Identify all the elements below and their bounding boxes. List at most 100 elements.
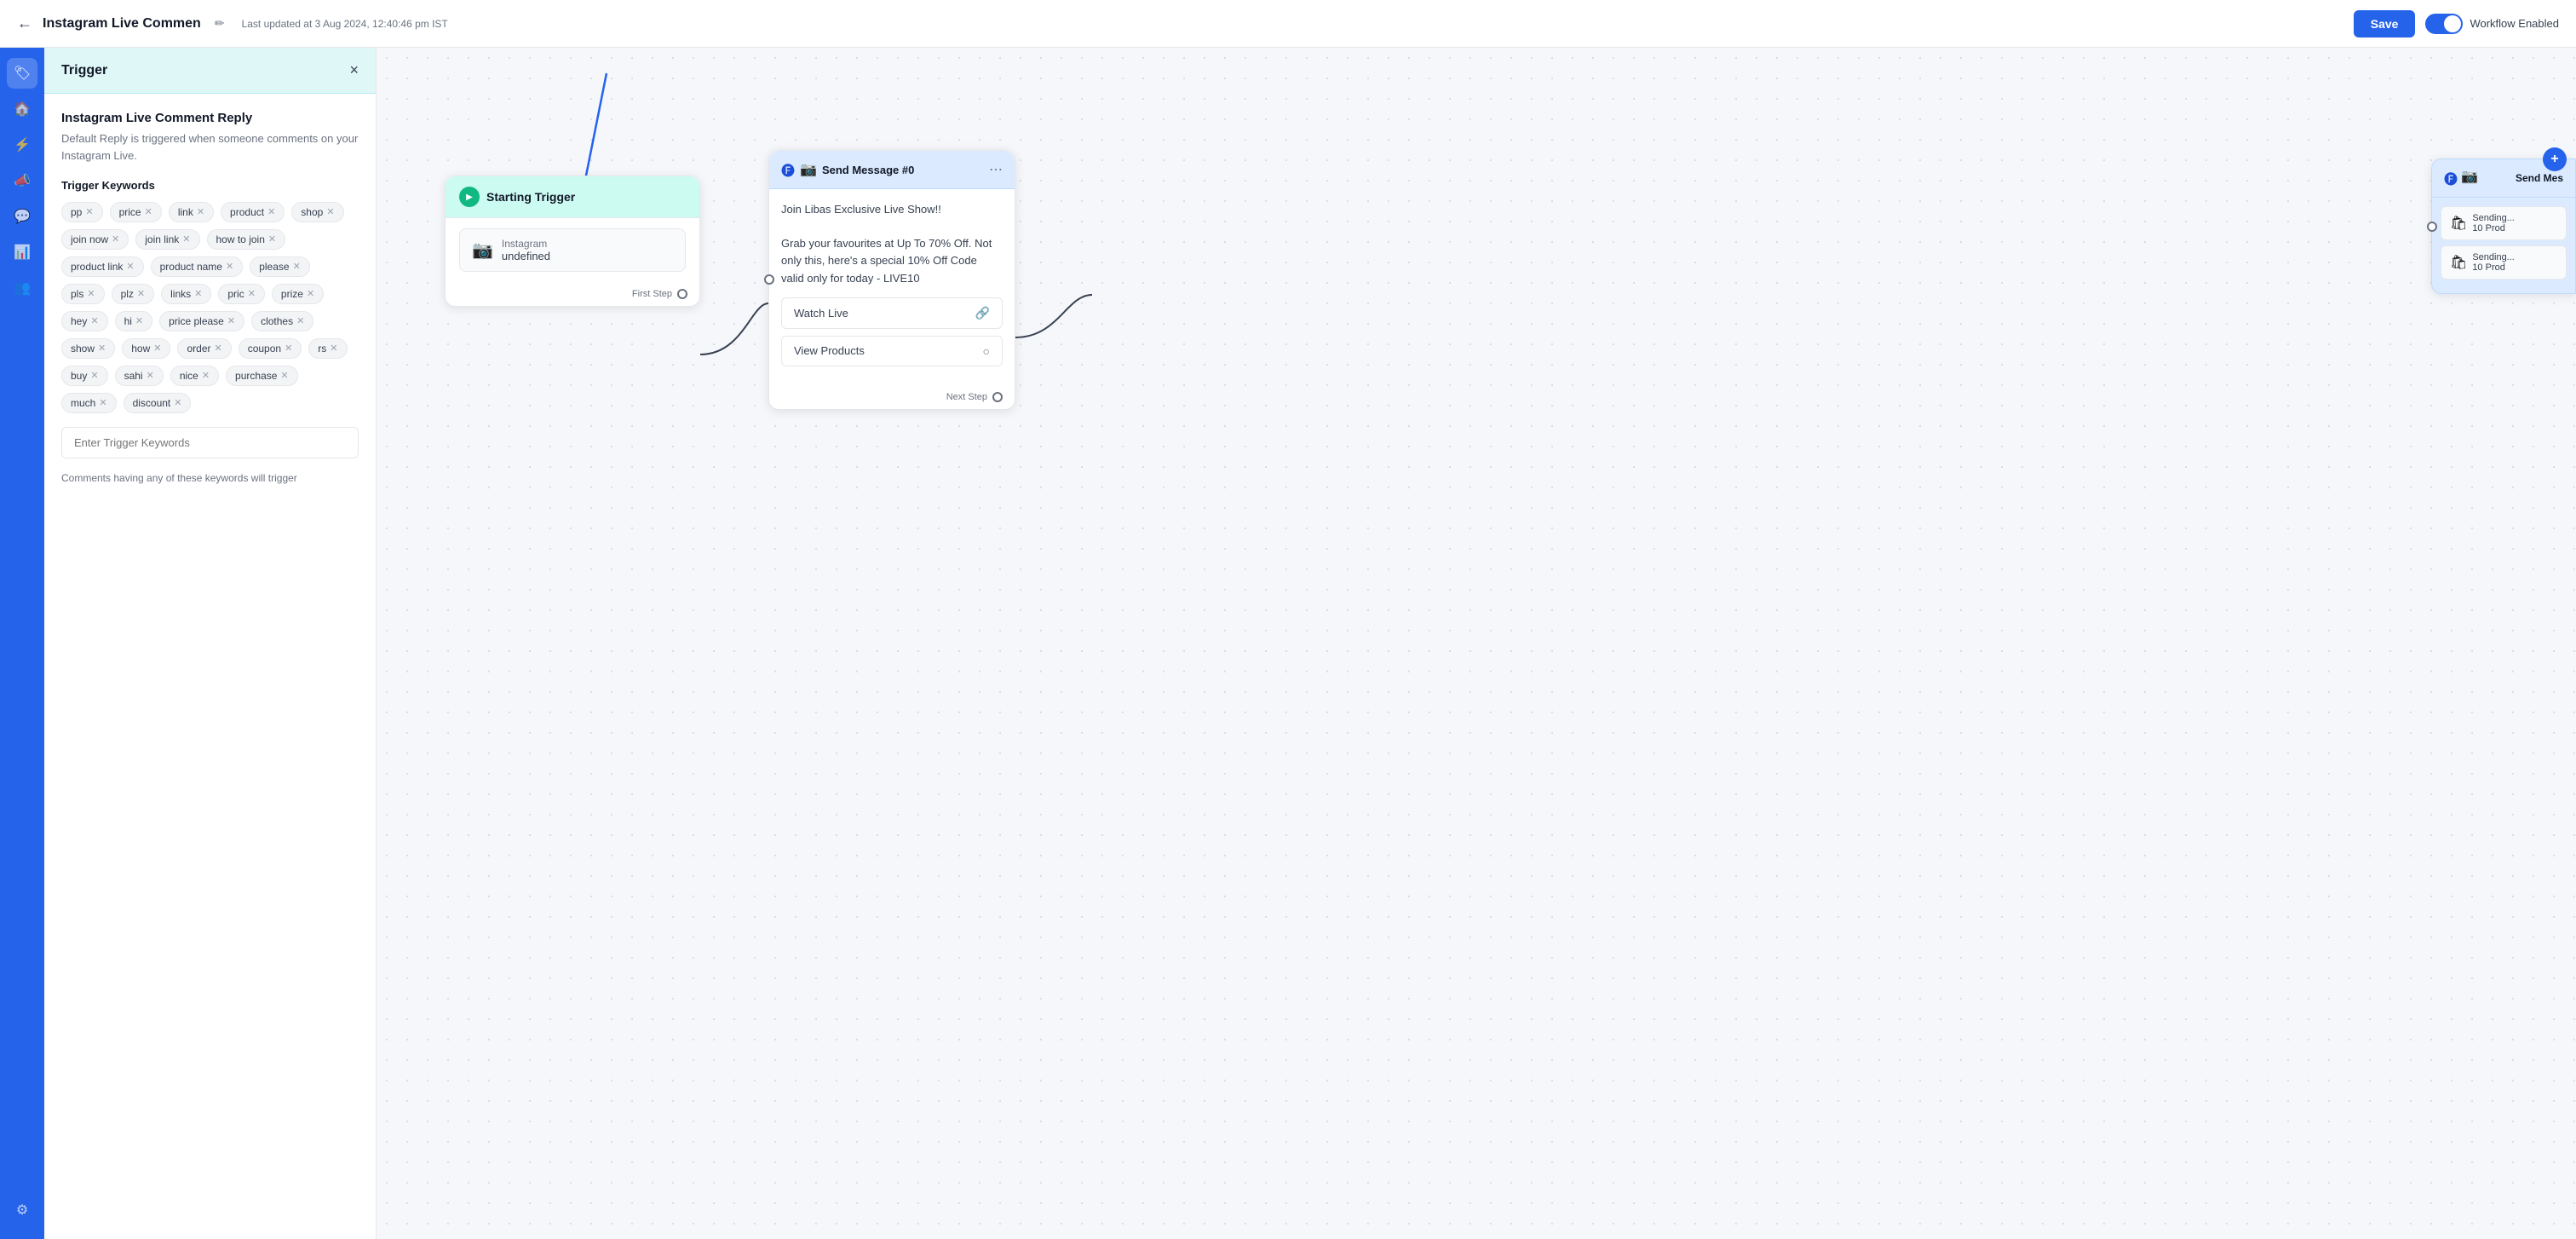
- arrows-overlay: [377, 48, 2576, 1239]
- sidebar-item-chat[interactable]: 💬: [7, 201, 37, 232]
- instagram-platform-label: Instagram: [502, 238, 550, 250]
- keyword-tag: price✕: [110, 202, 162, 222]
- keyword-label: how to join: [216, 233, 265, 245]
- starting-trigger-body: 📷 Instagram undefined: [446, 218, 699, 282]
- sidebar-item-home[interactable]: 🏠: [7, 94, 37, 124]
- keyword-remove-button[interactable]: ✕: [87, 290, 95, 299]
- trigger-panel-header: Trigger ×: [44, 48, 376, 94]
- partial-ig-icon: 📷: [2461, 168, 2478, 188]
- keyword-remove-button[interactable]: ✕: [147, 372, 154, 381]
- keyword-remove-button[interactable]: ✕: [202, 372, 210, 381]
- link-icon: 🔗: [975, 306, 990, 320]
- keyword-remove-button[interactable]: ✕: [194, 290, 202, 299]
- keyword-remove-button[interactable]: ✕: [90, 372, 98, 381]
- keyword-remove-button[interactable]: ✕: [99, 399, 106, 408]
- keyword-label: prize: [281, 288, 303, 300]
- keyword-tag: join link✕: [135, 229, 199, 250]
- starting-trigger-node: ▶ Starting Trigger 📷 Instagram undefined…: [445, 176, 700, 307]
- trigger-name: Instagram Live Comment Reply: [61, 111, 359, 125]
- last-updated-timestamp: Last updated at 3 Aug 2024, 12:40:46 pm …: [242, 18, 2343, 30]
- keyword-remove-button[interactable]: ✕: [174, 399, 181, 408]
- send-message-0-menu-button[interactable]: ⋯: [989, 161, 1003, 178]
- send-message-0-header: 🅕 📷 Send Message #0 ⋯: [769, 151, 1015, 189]
- keyword-tag: buy✕: [61, 366, 108, 386]
- partial-prod-count-2: 10 Prod: [2472, 262, 2515, 273]
- watch-live-button[interactable]: Watch Live 🔗: [781, 297, 1003, 329]
- keyword-remove-button[interactable]: ✕: [296, 317, 304, 326]
- keyword-tag: how✕: [122, 338, 170, 359]
- trigger-close-button[interactable]: ×: [349, 61, 359, 79]
- edit-icon[interactable]: ✏: [215, 16, 225, 31]
- keyword-remove-button[interactable]: ✕: [85, 208, 93, 217]
- keyword-remove-button[interactable]: ✕: [135, 317, 143, 326]
- keyword-input[interactable]: [61, 427, 359, 458]
- keyword-remove-button[interactable]: ✕: [145, 208, 152, 217]
- sidebar-item-lightning[interactable]: ⚡: [7, 130, 37, 160]
- keyword-tag: pls✕: [61, 284, 105, 304]
- keyword-remove-button[interactable]: ✕: [197, 208, 204, 217]
- partial-platform-icons: 🅕 📷: [2444, 168, 2478, 188]
- keyword-remove-button[interactable]: ✕: [153, 344, 161, 354]
- keyword-tag: link ✕: [169, 202, 214, 222]
- send-message-0-body: Join Libas Exclusive Live Show!! Grab yo…: [769, 189, 1015, 385]
- keyword-tag: product✕: [221, 202, 285, 222]
- workflow-toggle[interactable]: [2425, 14, 2463, 34]
- keyword-remove-button[interactable]: ✕: [137, 290, 145, 299]
- keyword-tag: much ✕: [61, 393, 117, 413]
- keyword-remove-button[interactable]: ✕: [326, 208, 334, 217]
- keyword-label: hi: [124, 315, 132, 327]
- keyword-remove-button[interactable]: ✕: [227, 317, 235, 326]
- keyword-tag: pric✕: [218, 284, 265, 304]
- first-step-connector: First Step: [446, 282, 699, 306]
- back-arrow-icon: ←: [17, 14, 32, 32]
- keyword-label: price please: [169, 315, 224, 327]
- keyword-remove-button[interactable]: ✕: [280, 372, 288, 381]
- back-button[interactable]: ←: [17, 14, 32, 32]
- add-node-button[interactable]: +: [2543, 147, 2567, 171]
- keyword-remove-button[interactable]: ✕: [214, 344, 221, 354]
- sidebar-item-logo[interactable]: 🏷: [7, 58, 37, 89]
- sidebar-item-megaphone[interactable]: 📣: [7, 165, 37, 196]
- keyword-remove-button[interactable]: ✕: [226, 262, 233, 272]
- keyword-remove-button[interactable]: ✕: [182, 235, 190, 245]
- save-button[interactable]: Save: [2354, 10, 2416, 37]
- keyword-tag: purchase✕: [226, 366, 298, 386]
- keyword-remove-button[interactable]: ✕: [248, 290, 256, 299]
- keyword-remove-button[interactable]: ✕: [90, 317, 98, 326]
- keyword-label: rs: [318, 343, 326, 354]
- keyword-remove-button[interactable]: ✕: [330, 344, 337, 354]
- first-step-dot: [677, 289, 687, 299]
- facebook-icon: 🅕: [781, 159, 795, 180]
- send-message-0-title: Send Message #0: [822, 164, 914, 176]
- partial-sending-text-1: Sending...: [2472, 213, 2515, 223]
- keyword-remove-button[interactable]: ✕: [126, 262, 134, 272]
- toggle-knob: [2444, 15, 2461, 32]
- keyword-label: hey: [71, 315, 87, 327]
- first-step-label: First Step: [632, 289, 672, 299]
- keyword-remove-button[interactable]: ✕: [293, 262, 301, 272]
- keyword-tag: rs ✕: [308, 338, 347, 359]
- sidebar-item-chart[interactable]: 📊: [7, 237, 37, 268]
- sidebar: 🏷 🏠 ⚡ 📣 💬 📊 👥 ⚙: [0, 48, 44, 1239]
- keyword-label: shop: [301, 206, 323, 218]
- trigger-footer-text: Comments having any of these keywords wi…: [61, 470, 359, 486]
- starting-trigger-header: ▶ Starting Trigger: [446, 176, 699, 218]
- toggle-label: Workflow Enabled: [2470, 17, 2559, 30]
- keyword-remove-button[interactable]: ✕: [285, 344, 292, 354]
- keywords-label: Trigger Keywords: [61, 179, 359, 192]
- sidebar-item-settings[interactable]: ⚙: [7, 1195, 37, 1225]
- keyword-label: much: [71, 397, 95, 409]
- keyword-remove-button[interactable]: ✕: [307, 290, 314, 299]
- keyword-label: product: [230, 206, 264, 218]
- keyword-label: show: [71, 343, 95, 354]
- keyword-remove-button[interactable]: ✕: [112, 235, 119, 245]
- instagram-trigger-content: 📷 Instagram undefined: [459, 228, 686, 272]
- keyword-remove-button[interactable]: ✕: [268, 235, 276, 245]
- keyword-label: please: [259, 261, 289, 273]
- keyword-label: link: [178, 206, 193, 218]
- keyword-remove-button[interactable]: ✕: [267, 208, 275, 217]
- sidebar-item-people[interactable]: 👥: [7, 273, 37, 303]
- circle-icon: ○: [983, 344, 990, 358]
- keyword-remove-button[interactable]: ✕: [98, 344, 106, 354]
- view-products-button[interactable]: View Products ○: [781, 336, 1003, 366]
